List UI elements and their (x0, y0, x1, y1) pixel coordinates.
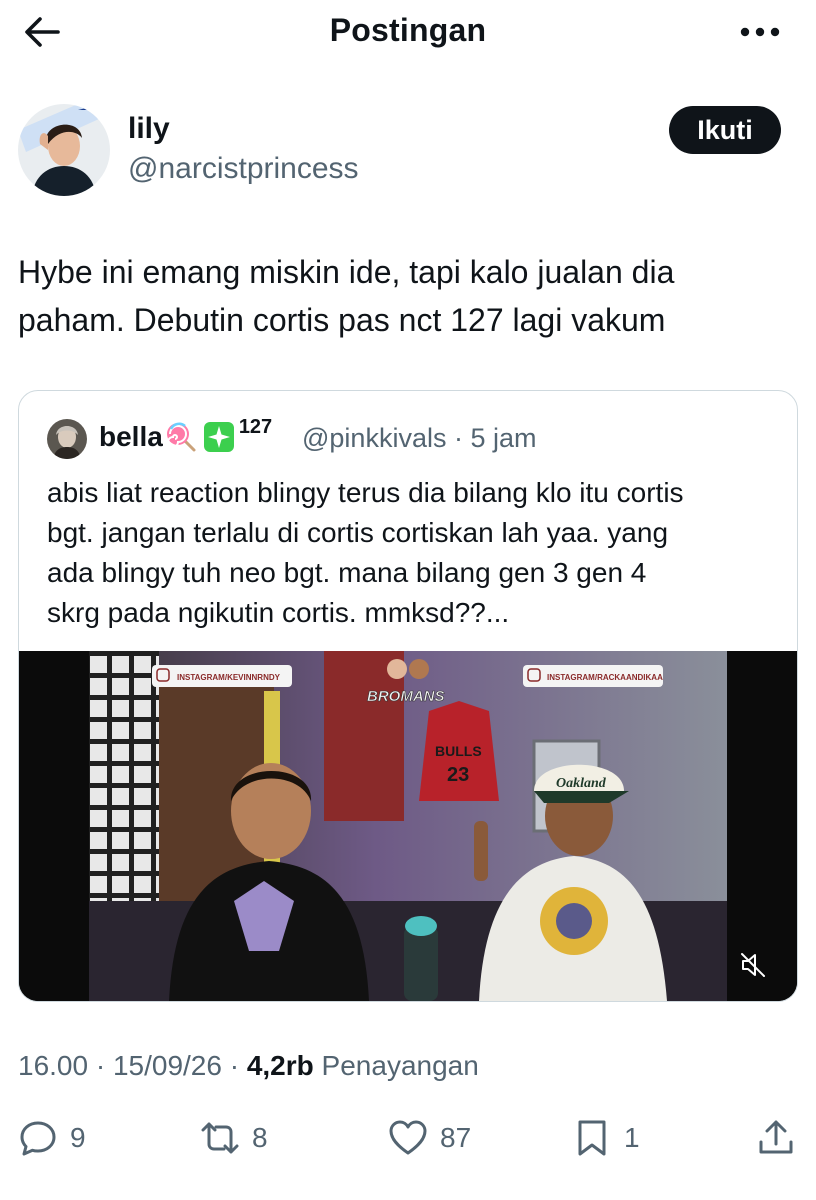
volume-muted-icon[interactable] (739, 951, 767, 979)
avatar-photo (18, 104, 110, 196)
repost-icon (201, 1122, 239, 1154)
share-button[interactable] (756, 1112, 796, 1164)
like-count: 87 (440, 1122, 472, 1153)
more-options-button[interactable] (738, 14, 782, 50)
quoted-author-avatar (47, 419, 87, 459)
quoted-handle-time: @pinkkivals · 5 jam (302, 423, 537, 453)
reply-button[interactable]: 9 (18, 1112, 86, 1164)
quoted-text-line: bgt. jangan terlalu di cortis cortiskan … (47, 517, 669, 548)
heart-icon (389, 1120, 427, 1155)
quoted-author-name: bella 127 (99, 416, 272, 453)
author-handle[interactable]: @narcistprincess (128, 152, 359, 186)
author-avatar[interactable] (18, 104, 110, 196)
quoted-text: abis liat reaction blingy terus dia bila… (47, 473, 787, 633)
follow-button[interactable]: Ikuti (669, 106, 781, 154)
jersey-number: 23 (447, 764, 469, 786)
top-bar: Postingan (0, 0, 816, 66)
post-text: Hybe ini emang miskin ide, tapi kalo jua… (18, 248, 798, 344)
repost-count: 8 (252, 1122, 268, 1153)
view-count: 4,2rb (246, 1050, 314, 1081)
channel-logo-text: BROMANS (367, 688, 445, 705)
group-badge-text: 127 (238, 415, 273, 438)
share-icon (759, 1120, 793, 1154)
jersey-text: BULLS (435, 743, 482, 759)
reply-icon (20, 1121, 56, 1156)
page-title: Postingan (329, 12, 487, 48)
hat-text: Oakland (556, 776, 607, 791)
reply-count: 9 (70, 1122, 86, 1153)
post-text-line: paham. Debutin cortis pas nct 127 lagi v… (18, 302, 666, 338)
author-name[interactable]: lily (128, 112, 170, 146)
lollipop-icon (166, 422, 196, 452)
post-timestamp: 16.00 · 15/09/26 · (18, 1050, 247, 1081)
bookmark-button[interactable]: 1 (572, 1112, 640, 1164)
quoted-text-line: abis liat reaction blingy terus dia bila… (47, 477, 684, 508)
action-bar: 9 8 87 1 (0, 1112, 816, 1164)
avatar-photo (47, 419, 87, 459)
instagram-tag-left: INSTAGRAM/KEVINNRNDY (177, 673, 281, 682)
quoted-text-line: ada blingy tuh neo bgt. mana bilang gen … (47, 557, 647, 588)
bookmark-count: 1 (624, 1122, 640, 1153)
post-text-line: Hybe ini emang miskin ide, tapi kalo jua… (18, 254, 675, 290)
quoted-author-name-text: bella (99, 421, 163, 452)
quoted-text-line: skrg pada ngikutin cortis. mmksd??... (47, 597, 510, 628)
bookmark-icon (578, 1120, 606, 1156)
quoted-post-card[interactable]: bella 127 @pinkkivals · 5 jam abis liat … (18, 390, 798, 1002)
repost-button[interactable]: 8 (200, 1112, 268, 1164)
like-button[interactable]: 87 (388, 1112, 471, 1164)
video-player[interactable]: BULLS 23 Oakland INSTAGRAM/KEVINNRNDY IN… (19, 651, 797, 1001)
instagram-tag-right: INSTAGRAM/RACKAANDIKAA (547, 673, 663, 682)
sparkles-icon (203, 422, 234, 452)
views-label: Penayangan (313, 1050, 479, 1081)
post-meta: 16.00 · 15/09/26 · 4,2rb Penayangan (18, 1050, 479, 1082)
video-thumbnail: BULLS 23 Oakland INSTAGRAM/KEVINNRNDY IN… (19, 651, 797, 1001)
more-dots-icon (740, 27, 780, 37)
